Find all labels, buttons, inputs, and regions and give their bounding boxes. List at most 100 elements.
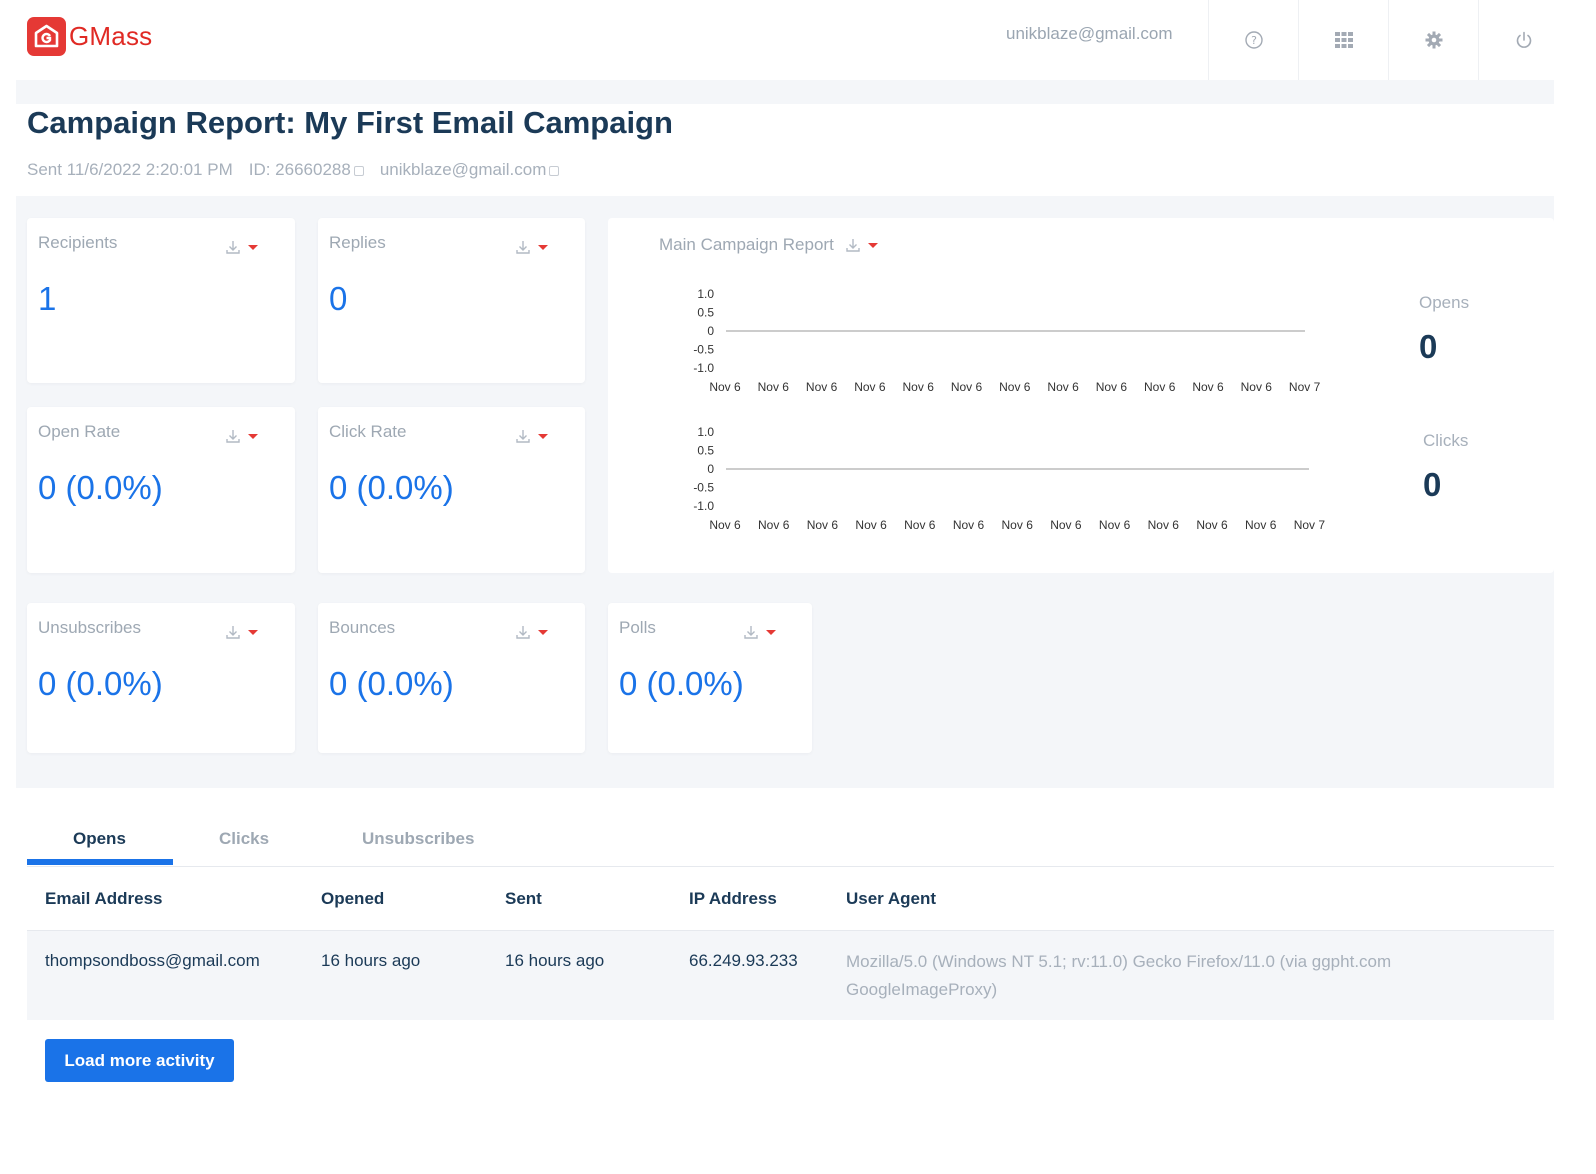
x-tick-label: Nov 6 — [903, 380, 935, 394]
dropdown-caret-icon — [248, 629, 258, 635]
download-icon — [744, 626, 758, 639]
x-tick-label: Nov 6 — [1245, 518, 1277, 532]
account-email[interactable]: unikblaze@gmail.com — [1006, 24, 1173, 44]
tab-clicks[interactable]: Clicks — [219, 829, 269, 849]
opens-label: Opens — [1419, 293, 1470, 312]
campaign-id-group: ID: 26660288 — [249, 160, 364, 180]
row-email: thompsondboss@gmail.com — [45, 951, 260, 970]
app-name: GMass — [69, 20, 153, 51]
download-icon — [226, 430, 240, 443]
click-rate-card[interactable]: Click Rate 0 (0.0%) — [318, 407, 585, 573]
replies-label: Replies — [329, 233, 386, 252]
row-user-agent: Mozilla/5.0 (Windows NT 5.1; rv:11.0) Ge… — [846, 952, 1392, 999]
bounces-value: 0 (0.0%) — [329, 665, 454, 702]
x-tick-label: Nov 6 — [758, 518, 790, 532]
help-icon: ? — [1244, 31, 1263, 49]
sender-email: unikblaze@gmail.com — [379, 160, 547, 179]
row-ip: 66.249.93.233 — [689, 951, 798, 970]
dropdown-caret-icon — [248, 433, 258, 439]
download-icon — [516, 241, 530, 254]
y-tick-label: -0.5 — [693, 343, 714, 357]
active-tab-indicator — [27, 859, 173, 865]
svg-text:?: ? — [1251, 34, 1257, 47]
bounces-label: Bounces — [329, 618, 396, 637]
column-header-sent[interactable]: Sent — [505, 889, 542, 909]
unsubscribes-value: 0 (0.0%) — [38, 665, 163, 702]
polls-download-menu[interactable] — [742, 623, 776, 641]
x-tick-label: Nov 6 — [1002, 518, 1034, 532]
sent-timestamp: Sent 11/6/2022 2:20:01 PM — [27, 160, 233, 179]
gmass-logo[interactable]: GMass — [27, 16, 152, 56]
polls-label: Polls — [619, 618, 656, 637]
x-tick-label: Nov 6 — [1192, 380, 1224, 394]
recipients-card[interactable]: Recipients 1 — [27, 218, 295, 383]
table-row: thompsondboss@gmail.com 16 hours ago 16 … — [27, 930, 1554, 1020]
apps-button[interactable] — [1298, 0, 1388, 80]
settings-button[interactable] — [1388, 0, 1478, 80]
copy-id-icon[interactable] — [353, 166, 364, 176]
main-report-download-menu[interactable] — [844, 236, 878, 254]
row-sent: 16 hours ago — [505, 951, 605, 970]
page-title: Campaign Report: My First Email Campaign — [27, 105, 673, 140]
row-opened: 16 hours ago — [321, 951, 421, 970]
main-report-title: Main Campaign Report — [659, 235, 834, 254]
x-tick-label: Nov 6 — [1144, 380, 1176, 394]
x-tick-label: Nov 6 — [806, 380, 838, 394]
x-tick-label: Nov 7 — [1294, 518, 1326, 532]
replies-card[interactable]: Replies 0 — [318, 218, 585, 383]
open-rate-download-menu[interactable] — [224, 427, 258, 445]
dropdown-caret-icon — [538, 629, 548, 635]
download-icon — [516, 626, 530, 639]
download-icon — [846, 239, 860, 252]
polls-card[interactable]: Polls 0 (0.0%) — [608, 603, 812, 753]
bounces-card[interactable]: Bounces 0 (0.0%) — [318, 603, 585, 753]
y-tick-label: -1.0 — [693, 499, 714, 513]
column-header-opened[interactable]: Opened — [321, 889, 384, 909]
clicks-value: 0 — [1423, 466, 1442, 503]
opens-chart: 1.0 0.5 0 -0.5 -1.0 Nov 6 Nov 6 Nov 6 Nov 6 Nov 6… — [693, 287, 1321, 394]
x-tick-label: Nov 6 — [999, 380, 1031, 394]
load-more-activity-button[interactable]: Load more activity — [45, 1039, 234, 1082]
x-tick-label: Nov 6 — [854, 380, 886, 394]
open-rate-card[interactable]: Open Rate 0 (0.0%) — [27, 407, 295, 573]
x-tick-label: Nov 6 — [1148, 518, 1180, 532]
x-tick-label: Nov 6 — [953, 518, 985, 532]
y-tick-label: 0 — [707, 462, 714, 476]
campaign-id: ID: 26660288 — [248, 160, 351, 179]
x-tick-label: Nov 7 — [1289, 380, 1321, 394]
tab-opens[interactable]: Opens — [73, 829, 126, 849]
power-icon — [1516, 31, 1531, 48]
copy-email-icon[interactable] — [549, 166, 560, 176]
replies-download-menu[interactable] — [514, 238, 548, 256]
click-rate-download-menu[interactable] — [514, 427, 548, 445]
x-tick-label: Nov 6 — [758, 380, 790, 394]
y-tick-label: -1.0 — [693, 361, 714, 375]
clicks-chart: 1.0 0.5 0 -0.5 -1.0 Nov 6 Nov 6 Nov 6 Nov 6 Nov 6… — [693, 425, 1326, 532]
download-icon — [226, 241, 240, 254]
logout-button[interactable] — [1478, 0, 1568, 80]
top-bar: GMass unikblaze@gmail.com ? — [0, 0, 1596, 80]
unsubscribes-label: Unsubscribes — [38, 618, 141, 637]
download-icon — [226, 626, 240, 639]
click-rate-label: Click Rate — [329, 422, 407, 441]
x-tick-label: Nov 6 — [904, 518, 936, 532]
bounces-download-menu[interactable] — [514, 623, 548, 641]
dropdown-caret-icon — [867, 242, 878, 248]
y-tick-label: 1.0 — [697, 425, 714, 439]
dropdown-caret-icon — [538, 244, 548, 250]
unsubscribes-card[interactable]: Unsubscribes 0 (0.0%) — [27, 603, 295, 753]
unsubscribes-download-menu[interactable] — [224, 623, 258, 641]
recipients-download-menu[interactable] — [224, 238, 258, 256]
tab-unsubscribes[interactable]: Unsubscribes — [362, 829, 474, 849]
x-tick-label: Nov 6 — [951, 380, 983, 394]
column-header-user-agent[interactable]: User Agent — [846, 889, 936, 909]
help-button[interactable]: ? — [1208, 0, 1298, 80]
y-tick-label: 1.0 — [697, 287, 714, 301]
x-tick-label: Nov 6 — [1241, 380, 1273, 394]
column-header-email[interactable]: Email Address — [45, 889, 162, 909]
column-header-ip[interactable]: IP Address — [689, 889, 777, 909]
x-tick-label: Nov 6 — [1196, 518, 1228, 532]
x-tick-label: Nov 6 — [1047, 380, 1079, 394]
recipients-label: Recipients — [38, 233, 118, 252]
click-rate-value: 0 (0.0%) — [329, 469, 454, 506]
